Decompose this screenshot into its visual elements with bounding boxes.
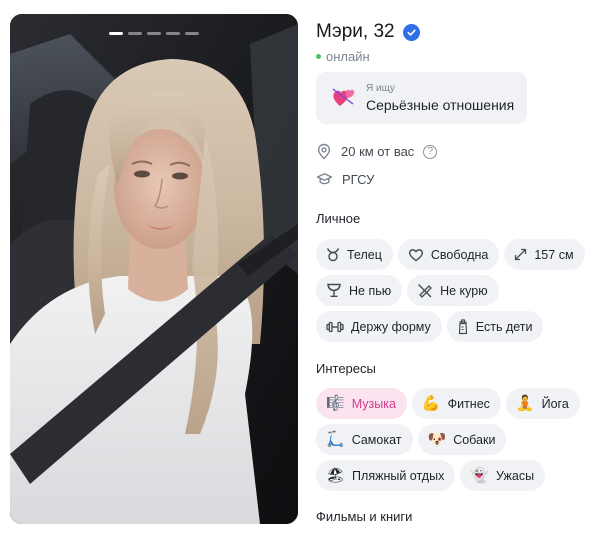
chip-children: Есть дети [446, 311, 544, 342]
expand-arrows-icon [515, 248, 527, 261]
chip-label: Фитнес [447, 396, 490, 411]
profile-photo[interactable] [10, 14, 298, 524]
section-title-personal: Личное [316, 211, 361, 226]
chip-interest-fitness[interactable]: 💪 Фитнес [411, 388, 501, 419]
chip-interest-music[interactable]: 🎼 Музыка [316, 388, 407, 419]
distance-text: 20 км от вас [341, 144, 415, 159]
photo-dot[interactable] [147, 32, 161, 35]
chip-label: Не курю [440, 283, 488, 298]
chip-label: Есть дети [475, 319, 533, 334]
chip-label: Свободна [430, 247, 489, 262]
beach-icon: 🏖 [326, 466, 346, 484]
education-row: РГСУ [316, 172, 374, 187]
dog-icon: 🐶 [427, 430, 447, 448]
online-status: онлайн [316, 49, 370, 64]
interest-chips-row: 🏖 Пляжный отдых 👻 Ужасы [316, 460, 546, 491]
photo-dot[interactable] [166, 32, 180, 35]
chip-fitness: Держу форму [316, 311, 442, 342]
chip-interest-dogs[interactable]: 🐶 Собаки [417, 424, 507, 455]
personal-chips-row: Не пью Не курю [316, 275, 499, 306]
chip-relationship-status: Свободна [397, 239, 500, 270]
online-dot-icon [316, 54, 321, 59]
chip-label: Собаки [453, 432, 496, 447]
no-smoking-icon [418, 284, 433, 298]
graduation-cap-icon [316, 173, 333, 185]
scooter-icon: 🛴 [326, 430, 345, 448]
verified-badge-icon [402, 23, 420, 41]
chip-label: Пляжный отдых [352, 468, 445, 483]
chip-interest-beach[interactable]: 🏖 Пляжный отдых [316, 460, 456, 491]
chip-label: Йога [541, 396, 569, 411]
glass-icon [327, 283, 341, 297]
help-icon[interactable]: ? [423, 144, 438, 159]
photo-dot[interactable] [109, 32, 123, 35]
chip-label: Ужасы [496, 468, 535, 483]
seeking-value: Серьёзные отношения [366, 97, 515, 113]
profile-header: Мэри, 32 [316, 21, 420, 43]
two-hearts-icon [332, 88, 355, 106]
chip-label: Музыка [351, 396, 396, 411]
location-pin-icon [317, 143, 331, 160]
distance-row: 20 км от вас ? [316, 143, 438, 160]
taurus-icon [326, 248, 340, 262]
photo-dot[interactable] [128, 32, 142, 35]
ghost-icon: 👻 [470, 466, 490, 484]
baby-bottle-icon [458, 318, 467, 334]
profile-name: Мэри, 32 [316, 21, 395, 42]
chip-height: 157 см [504, 239, 585, 270]
yoga-icon: 🧘 [515, 394, 535, 412]
photo-image [10, 14, 298, 524]
personal-chips-row: Держу форму Есть дети [316, 311, 544, 342]
interest-chips-row: 🎼 Музыка 💪 Фитнес 🧘 Йога [316, 388, 580, 419]
chip-interest-scooter[interactable]: 🛴 Самокат [316, 424, 413, 455]
chip-label: Самокат [351, 432, 402, 447]
chip-label: Телец [347, 247, 382, 262]
chip-label: Держу форму [351, 319, 431, 334]
seeking-label: Я ищу [366, 83, 395, 94]
personal-chips-row: Телец Свободна 157 см [316, 239, 585, 270]
section-title-interests: Интересы [316, 361, 376, 376]
chip-drinking: Не пью [316, 275, 403, 306]
online-status-text: онлайн [326, 49, 370, 64]
chip-zodiac: Телец [316, 239, 393, 270]
chip-smoking: Не курю [407, 275, 499, 306]
dumbbell-icon [326, 321, 344, 332]
music-score-icon: 🎼 [326, 394, 345, 412]
seeking-card: Я ищу Серьёзные отношения [316, 72, 527, 124]
education-text: РГСУ [342, 172, 375, 187]
chip-label: Не пью [349, 283, 392, 298]
photo-dot[interactable] [185, 32, 199, 35]
heart-outline-icon [408, 248, 423, 261]
flexed-biceps-icon: 💪 [421, 394, 441, 412]
chip-interest-horror[interactable]: 👻 Ужасы [460, 460, 546, 491]
section-title-movies-books: Фильмы и книги [316, 509, 413, 524]
photo-pagination [10, 32, 298, 35]
chip-interest-yoga[interactable]: 🧘 Йога [505, 388, 580, 419]
chip-label: 157 см [534, 247, 574, 262]
interest-chips-row: 🛴 Самокат 🐶 Собаки [316, 424, 507, 455]
